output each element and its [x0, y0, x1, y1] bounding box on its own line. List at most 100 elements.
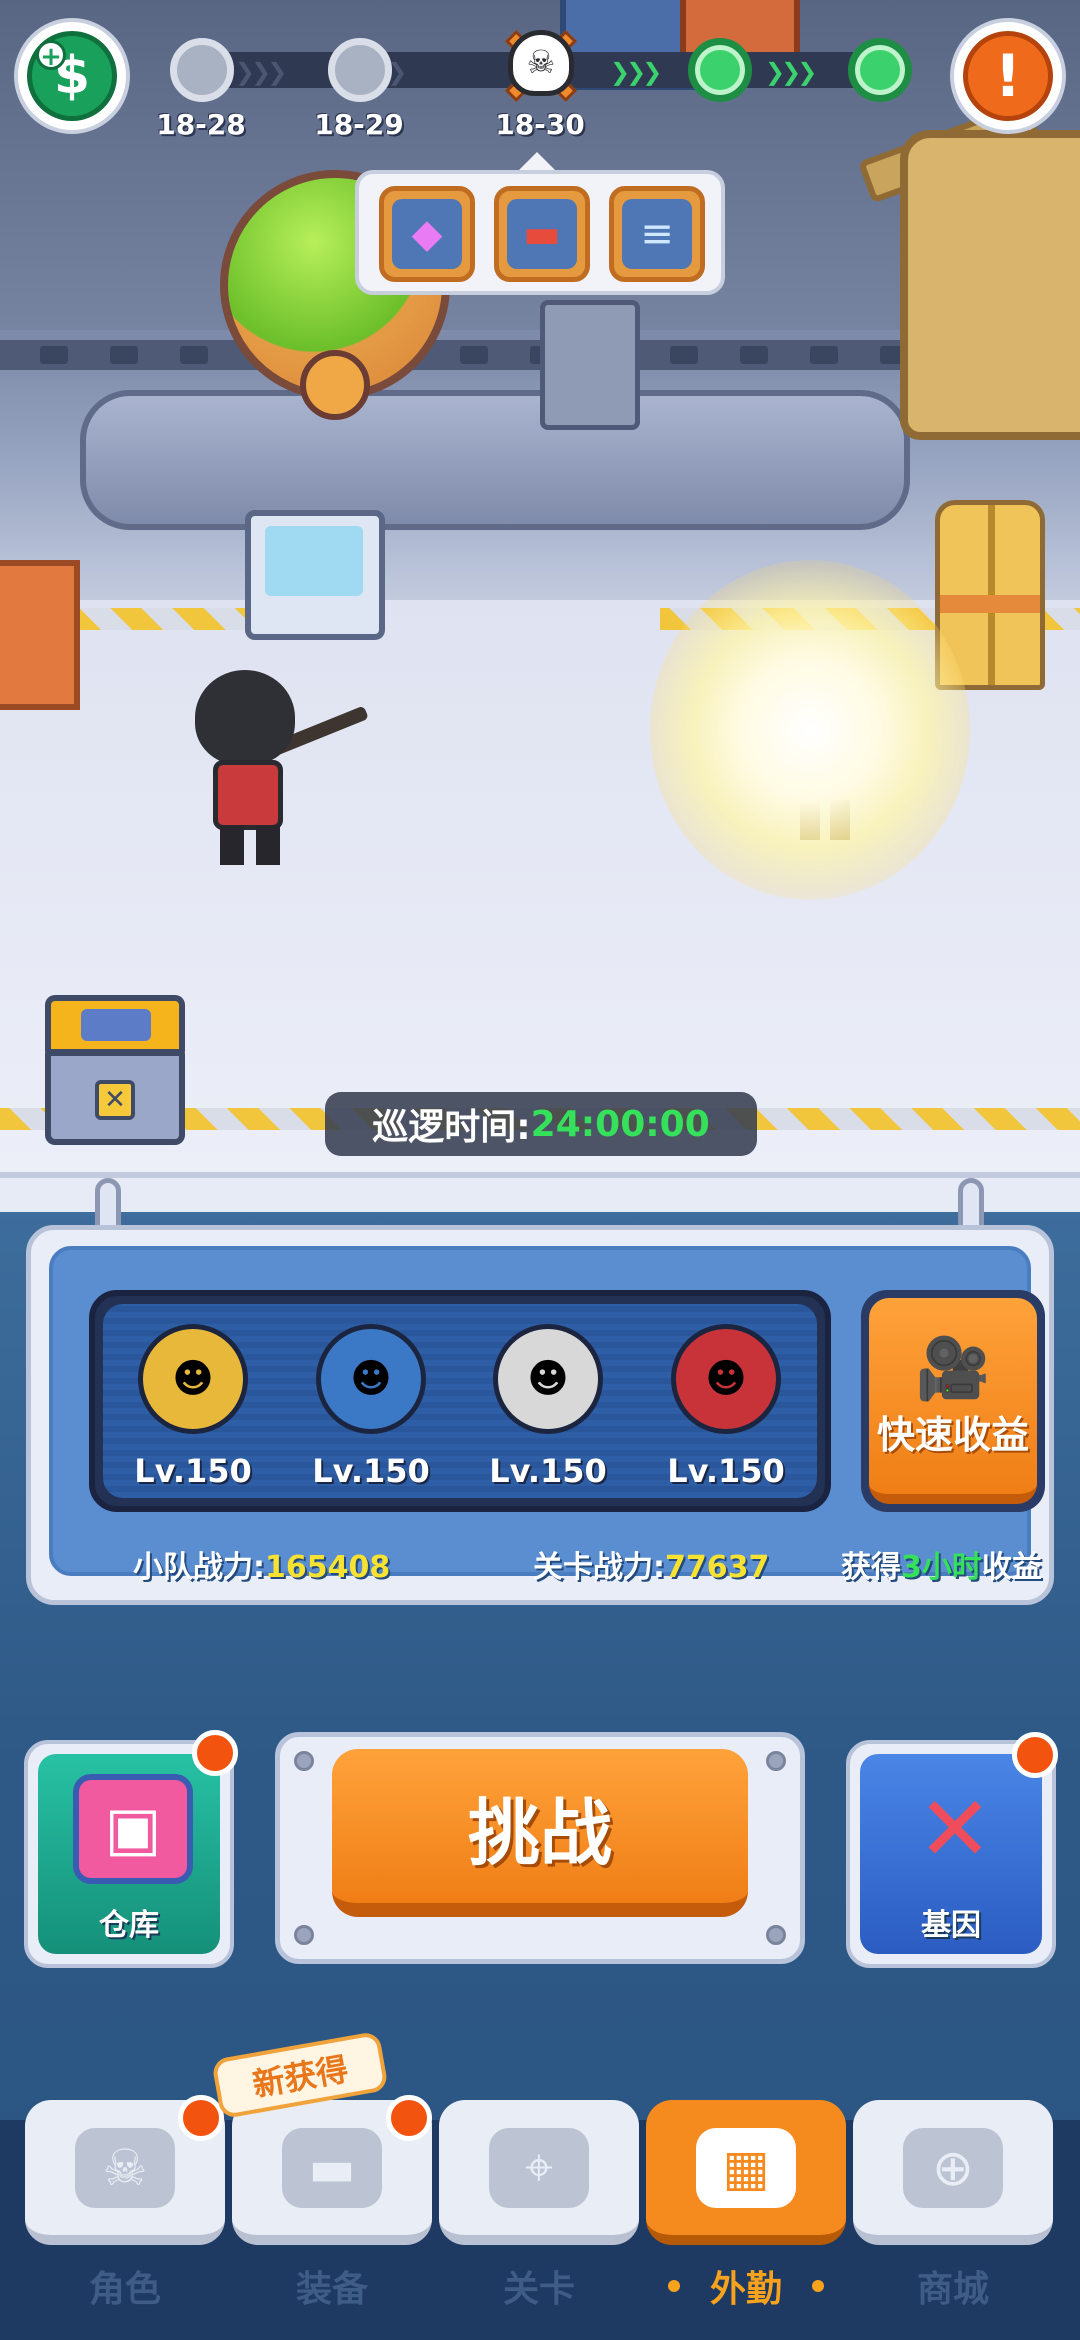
nav-label: 角色: [88, 2269, 161, 2310]
skull-icon: ☠: [508, 30, 574, 96]
machine-platform: [80, 390, 910, 530]
notice-button[interactable]: !: [950, 18, 1066, 134]
notification-dot: [386, 2095, 432, 2141]
blue-hero-icon: ☻: [316, 1324, 426, 1434]
warehouse-face: ▣ 仓库: [38, 1754, 220, 1954]
player-hero: [195, 670, 369, 870]
chest-lid: [45, 995, 185, 1055]
hero-level: Lv.150: [134, 1452, 252, 1490]
nav-tab-field[interactable]: ▦: [646, 2100, 846, 2245]
quick-earn-label: 快速收益: [876, 1412, 1029, 1457]
gene-label: 基因: [921, 1908, 981, 1943]
nav-label-active: 外勤: [646, 2260, 846, 2312]
screw: [294, 1751, 314, 1771]
stage-label: 18-30: [495, 108, 585, 141]
hero-card[interactable]: ☻ Lv.150: [468, 1314, 628, 1504]
stage-rewards-popup: ◆ ▬ ≡: [355, 152, 725, 295]
stage-label: 18-29: [314, 108, 404, 141]
screw: [766, 1751, 786, 1771]
yellow-hero-icon: ☻: [138, 1324, 248, 1434]
shop-icon: ⊕: [903, 2127, 1003, 2208]
hero-head: [195, 670, 295, 765]
challenge-button[interactable]: 挑战: [332, 1749, 748, 1917]
control-panel: [540, 300, 640, 430]
notification-dot: [178, 2095, 224, 2141]
stage-node[interactable]: [328, 38, 392, 102]
notification-dot: [192, 1730, 238, 1776]
screw: [766, 1925, 786, 1945]
stage-node[interactable]: [170, 38, 234, 102]
roster-background: ☻ Lv.150 ☻ Lv.150 ☻ Lv.150 ☻ Lv.150: [103, 1304, 817, 1498]
squad-panel: ☻ Lv.150 ☻ Lv.150 ☻ Lv.150 ☻ Lv.150 🎥 快速…: [26, 1225, 1054, 1605]
nav-tab-shop[interactable]: ⊕: [853, 2100, 1053, 2245]
progress-chevrons: ❯❯❯: [765, 58, 817, 86]
stage-power: 关卡战力:77637: [533, 1542, 769, 1586]
skull-icon: ☠: [75, 2127, 175, 2208]
stage-power-value: 77637: [665, 1550, 770, 1585]
squad-panel-inner: ☻ Lv.150 ☻ Lv.150 ☻ Lv.150 ☻ Lv.150 🎥 快速…: [49, 1246, 1045, 1585]
gem-icon: ◆: [392, 199, 462, 269]
reward-slot[interactable]: ▬: [494, 186, 590, 282]
hero-level: Lv.150: [312, 1452, 430, 1490]
hit-flash: [650, 560, 970, 900]
earn-prefix: 获得: [841, 1550, 901, 1585]
boss-stage-node[interactable]: ☠: [498, 22, 584, 112]
hero-card[interactable]: ☻ Lv.150: [113, 1314, 273, 1504]
reward-slot[interactable]: ◆: [379, 186, 475, 282]
map-pin-icon: ⌖: [489, 2127, 589, 2208]
stage-label: 18-28: [156, 108, 246, 141]
screw: [294, 1925, 314, 1945]
safe-box-icon: ▣: [73, 1774, 193, 1884]
treasure-chest[interactable]: ✕: [45, 995, 185, 1150]
hero-body: [213, 760, 283, 830]
quick-earn-note: 获得3小时收益: [841, 1542, 1042, 1586]
exclamation-icon: !: [963, 31, 1053, 121]
hero-card[interactable]: ☻ Lv.150: [291, 1314, 451, 1504]
hero-level: Lv.150: [667, 1452, 785, 1490]
nav-tab-stages[interactable]: ⌖: [439, 2100, 639, 2245]
warehouse-button[interactable]: ▣ 仓库: [24, 1740, 234, 1968]
hero-card[interactable]: ☻ Lv.150: [646, 1314, 806, 1504]
challenge-frame: 挑战: [275, 1732, 805, 1964]
earn-hours: 3小时: [901, 1550, 982, 1585]
hazard-stripe: [70, 608, 270, 630]
squad-power: 小队战力:165408: [133, 1542, 390, 1586]
warehouse-label: 仓库: [99, 1908, 159, 1943]
nav-label: 装备: [295, 2269, 368, 2310]
plus-icon: +: [36, 40, 66, 71]
quick-earn-button[interactable]: 🎥 快速收益: [861, 1290, 1045, 1512]
gun-blueprint-icon: ▬: [507, 199, 577, 269]
squad-power-value: 165408: [265, 1550, 391, 1585]
stage-power-label: 关卡战力:: [533, 1550, 665, 1585]
squad-roster[interactable]: ☻ Lv.150 ☻ Lv.150 ☻ Lv.150 ☻ Lv.150: [89, 1290, 831, 1512]
cash-shop-button[interactable]: $ +: [14, 18, 130, 134]
progress-chevrons: ❯❯❯: [235, 58, 287, 86]
reward-slot[interactable]: ≡: [609, 186, 705, 282]
computer-terminal: [245, 510, 385, 640]
patrol-label: 巡逻时间:: [372, 1107, 531, 1148]
nav-label: 关卡: [502, 2269, 575, 2310]
panel-top-band: [0, 1172, 1080, 1212]
pod-valve: [300, 350, 370, 420]
video-camera-icon: 🎥: [915, 1333, 991, 1404]
stage-node-cleared[interactable]: [848, 38, 912, 102]
progress-chevrons: ❯❯❯: [610, 58, 662, 86]
patrol-timer: 巡逻时间: 24:00:00: [325, 1092, 757, 1156]
quick-earn-face: 🎥 快速收益: [869, 1298, 1037, 1504]
chest-lock-icon: ✕: [95, 1080, 135, 1120]
squad-power-label: 小队战力:: [133, 1550, 265, 1585]
document-icon: ≡: [622, 199, 692, 269]
gun-icon: ▬: [282, 2127, 382, 2208]
hero-legs: [220, 825, 280, 865]
nav-label: 商城: [916, 2269, 989, 2310]
earn-suffix: 收益: [981, 1550, 1042, 1585]
orange-crate-left: [0, 560, 80, 710]
stage-node-cleared[interactable]: [688, 38, 752, 102]
white-hero-icon: ☻: [493, 1324, 603, 1434]
hero-level: Lv.150: [489, 1452, 607, 1490]
notification-dot: [1012, 1732, 1058, 1778]
dna-icon: ✕: [917, 1776, 993, 1882]
red-hero-icon: ☻: [671, 1324, 781, 1434]
patrol-time-value: 24:00:00: [530, 1103, 710, 1145]
cannon-turret: [900, 130, 1080, 440]
